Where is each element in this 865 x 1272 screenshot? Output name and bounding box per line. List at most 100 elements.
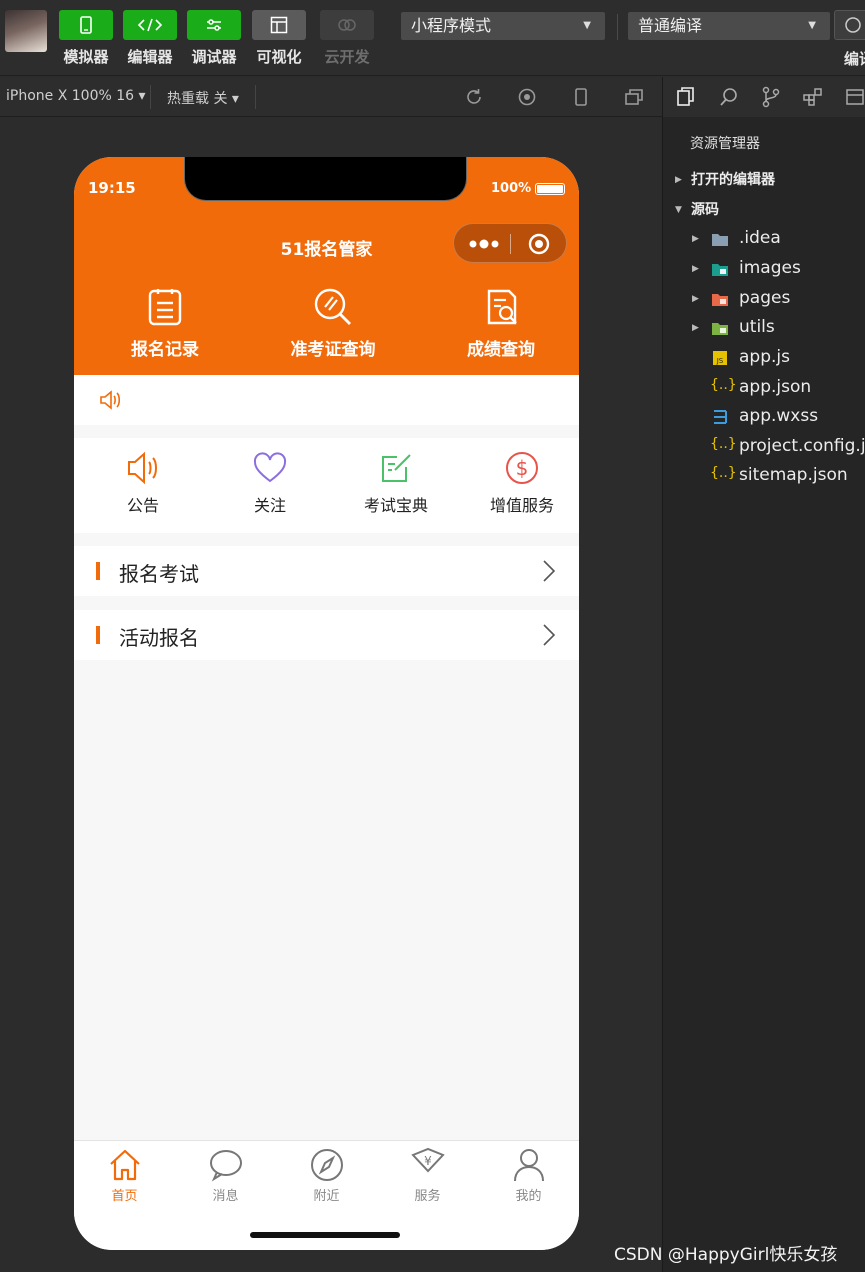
visual-tool[interactable]: 可视化	[251, 10, 307, 67]
category-announcement[interactable]: 公告	[80, 450, 206, 516]
extensions-icon[interactable]	[802, 86, 824, 108]
category-label: 关注	[253, 496, 286, 515]
chevron-right-icon: ▶	[692, 264, 699, 274]
simulator-tool[interactable]: 模拟器	[58, 10, 114, 67]
debugger-label: 调试器	[191, 48, 237, 66]
watermark: CSDN @HappyGirl快乐女孩	[614, 1245, 838, 1265]
open-editors-section[interactable]: ▶ 打开的编辑器	[663, 165, 865, 193]
toolbar-divider	[617, 14, 618, 40]
panel-icon[interactable]	[844, 86, 865, 108]
compile-button[interactable]	[834, 10, 865, 40]
category-follow[interactable]: 关注	[207, 450, 333, 516]
phone-icon[interactable]	[571, 87, 591, 107]
layout-icon[interactable]	[252, 10, 306, 40]
message-icon	[209, 1150, 242, 1182]
category-exam-guide[interactable]: 考试宝典	[333, 450, 459, 516]
section-label: 打开的编辑器	[691, 172, 775, 188]
battery-icon	[535, 183, 565, 195]
cloud-tool[interactable]: 云开发	[319, 10, 375, 67]
explorer-title: 资源管理器	[690, 136, 760, 152]
source-section[interactable]: ▼ 源码	[663, 195, 865, 223]
phone-icon[interactable]	[59, 10, 113, 40]
capsule-divider	[510, 234, 511, 254]
accent-mark	[96, 626, 100, 644]
tree-item-idea[interactable]: ▶ .idea	[663, 224, 865, 254]
chevron-right-icon: ▶	[692, 323, 699, 333]
refresh-icon	[845, 17, 861, 33]
tree-item-images[interactable]: ▶ images	[663, 254, 865, 284]
explorer-tabs	[663, 77, 865, 117]
editor-tool[interactable]: 编辑器	[122, 10, 178, 67]
close-icon[interactable]	[528, 233, 550, 255]
list-item-activity-registration[interactable]: 活动报名	[74, 610, 579, 660]
list-item-exam-registration[interactable]: 报名考试	[74, 546, 579, 596]
top-toolbar: 模拟器 编辑器 调试器 可视化 云开发 小程序模式 ▼ 普通编译 ▼ 编译	[0, 0, 865, 76]
dollar-icon: $	[506, 452, 538, 484]
list-item-title: 报名考试	[119, 562, 199, 586]
window-icon[interactable]	[624, 87, 644, 107]
tab-home[interactable]: 首页	[74, 1147, 175, 1204]
quick-action-record[interactable]: 报名记录	[100, 287, 230, 360]
score-icon	[487, 289, 517, 325]
edit-icon	[382, 454, 411, 482]
tree-item-project-config[interactable]: {..} project.config.json	[663, 432, 865, 462]
svg-text:JS: JS	[716, 357, 724, 365]
more-icon[interactable]	[466, 232, 502, 256]
notice-bar[interactable]	[74, 375, 579, 425]
tree-item-label: images	[739, 258, 801, 278]
code-icon[interactable]	[123, 10, 177, 40]
search-icon	[314, 288, 351, 325]
tab-nearby[interactable]: 附近	[276, 1147, 377, 1204]
tree-item-label: app.wxss	[739, 406, 819, 426]
app-header: 19:15 100% 51报名管家 报名记录 准考证查询 成绩查询	[74, 157, 579, 375]
json-file-icon: {..}	[710, 465, 737, 481]
chevron-right-icon	[543, 624, 556, 646]
quick-action-ticket[interactable]: 准考证查询	[268, 287, 398, 360]
refresh-icon[interactable]	[464, 87, 484, 107]
category-value-added[interactable]: $ 增值服务	[459, 450, 579, 516]
source-control-icon[interactable]	[760, 86, 782, 108]
stop-icon[interactable]	[517, 87, 537, 107]
section-label: 源码	[691, 202, 719, 218]
tree-item-utils[interactable]: ▶ utils	[663, 313, 865, 343]
tree-item-label: utils	[739, 317, 775, 337]
utils-folder-icon	[712, 323, 728, 335]
status-battery: 100%	[491, 181, 532, 196]
tab-messages[interactable]: 消息	[175, 1147, 276, 1204]
category-label: 公告	[126, 496, 159, 515]
tree-item-app-js[interactable]: JS app.js	[663, 343, 865, 373]
device-select[interactable]: iPhone X 100% 16 ▾	[6, 88, 146, 104]
heart-icon	[253, 452, 287, 483]
tree-item-pages[interactable]: ▶ pages	[663, 284, 865, 314]
chevron-down-icon: ▼	[675, 205, 682, 215]
simulator-bar: iPhone X 100% 16 ▾ 热重载 关 ▾	[0, 77, 662, 117]
tab-label: 我的	[515, 1189, 542, 1204]
search-icon[interactable]	[718, 86, 740, 108]
files-icon[interactable]	[675, 86, 697, 108]
tree-item-app-json[interactable]: {..} app.json	[663, 373, 865, 403]
debug-icon[interactable]	[187, 10, 241, 40]
chevron-right-icon	[543, 560, 556, 582]
user-icon	[513, 1149, 544, 1182]
editor-label: 编辑器	[127, 48, 173, 66]
home-indicator	[250, 1232, 400, 1238]
mode-select[interactable]: 小程序模式 ▼	[401, 12, 605, 40]
tab-label: 首页	[111, 1189, 138, 1204]
tree-item-app-wxss[interactable]: app.wxss	[663, 402, 865, 432]
images-folder-icon	[712, 264, 728, 276]
quick-action-label: 准考证查询	[290, 340, 376, 360]
tab-profile[interactable]: 我的	[478, 1147, 579, 1204]
compile-label: 编译	[844, 50, 865, 68]
user-avatar[interactable]	[5, 10, 47, 52]
debugger-tool[interactable]: 调试器	[186, 10, 242, 67]
cloud-icon[interactable]	[320, 10, 374, 40]
tab-service[interactable]: ¥ 服务	[377, 1147, 478, 1204]
tree-item-sitemap[interactable]: {..} sitemap.json	[663, 461, 865, 491]
category-bar: 公告 关注 考试宝典 $ 增值服务	[74, 438, 579, 533]
hot-reload-select[interactable]: 热重载 关 ▾	[167, 88, 239, 108]
compass-icon	[310, 1149, 343, 1181]
compile-select-value: 普通编译	[638, 16, 703, 35]
status-time: 19:15	[88, 179, 136, 197]
quick-action-score[interactable]: 成绩查询	[436, 287, 566, 360]
compile-select[interactable]: 普通编译 ▼	[628, 12, 830, 40]
